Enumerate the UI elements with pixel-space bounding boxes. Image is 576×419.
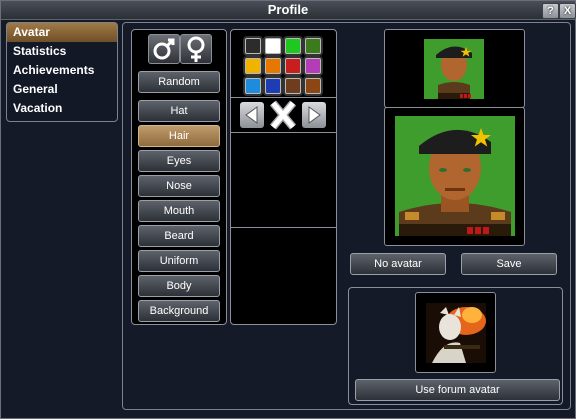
clear-button[interactable]: [269, 100, 297, 130]
color-swatch[interactable]: [305, 78, 321, 94]
arrow-right-icon: [308, 106, 321, 124]
profile-nav: Avatar Statistics Achievements General V…: [6, 22, 118, 122]
color-swatch[interactable]: [305, 38, 321, 54]
next-button[interactable]: [302, 102, 326, 128]
category-body[interactable]: Body: [138, 275, 220, 297]
title-bar: Profile ? X: [1, 1, 576, 20]
category-eyes[interactable]: Eyes: [138, 150, 220, 172]
nav-item-avatar[interactable]: Avatar: [7, 23, 117, 42]
small-avatar-frame: [384, 29, 525, 108]
color-swatch[interactable]: [245, 58, 261, 74]
category-nose[interactable]: Nose: [138, 175, 220, 197]
no-avatar-button[interactable]: No avatar: [350, 253, 446, 275]
category-hair[interactable]: Hair: [138, 125, 220, 147]
nav-item-vacation[interactable]: Vacation: [7, 99, 117, 118]
previous-button[interactable]: [240, 102, 264, 128]
nav-item-achievements[interactable]: Achievements: [7, 61, 117, 80]
male-button[interactable]: [148, 34, 180, 64]
category-background[interactable]: Background: [138, 300, 220, 322]
female-button[interactable]: [180, 34, 212, 64]
color-swatch[interactable]: [265, 38, 281, 54]
color-swatch[interactable]: [285, 58, 301, 74]
x-icon: [269, 100, 297, 130]
color-swatch[interactable]: [245, 38, 261, 54]
color-swatch[interactable]: [285, 78, 301, 94]
category-mouth[interactable]: Mouth: [138, 200, 220, 222]
category-column: Random Hat Hair Eyes Nose Mouth Beard Un…: [131, 29, 227, 325]
female-icon: [187, 36, 205, 62]
large-avatar-frame: [384, 107, 525, 246]
color-swatch[interactable]: [245, 78, 261, 94]
category-hat[interactable]: Hat: [138, 100, 220, 122]
color-swatch[interactable]: [265, 78, 281, 94]
color-swatch[interactable]: [265, 58, 281, 74]
color-swatch[interactable]: [285, 38, 301, 54]
color-swatch[interactable]: [305, 58, 321, 74]
avatar-large: [395, 116, 515, 236]
random-button[interactable]: Random: [138, 71, 220, 93]
window-title: Profile: [267, 2, 309, 17]
category-beard[interactable]: Beard: [138, 225, 220, 247]
divider: [231, 132, 336, 133]
forum-avatar-frame: [415, 292, 496, 373]
avatar-small: [424, 39, 484, 99]
category-uniform[interactable]: Uniform: [138, 250, 220, 272]
options-column: [230, 29, 337, 325]
arrow-left-icon: [245, 106, 258, 124]
help-button[interactable]: ?: [542, 3, 559, 19]
save-button[interactable]: Save: [461, 253, 557, 275]
forum-avatar-section: Use forum avatar: [348, 287, 563, 405]
male-icon: [153, 38, 175, 60]
divider: [231, 227, 336, 228]
use-forum-avatar-button[interactable]: Use forum avatar: [355, 379, 560, 401]
nav-item-general[interactable]: General: [7, 80, 117, 99]
close-button[interactable]: X: [559, 3, 576, 19]
forum-avatar: [426, 303, 486, 363]
divider: [231, 97, 336, 98]
nav-item-statistics[interactable]: Statistics: [7, 42, 117, 61]
